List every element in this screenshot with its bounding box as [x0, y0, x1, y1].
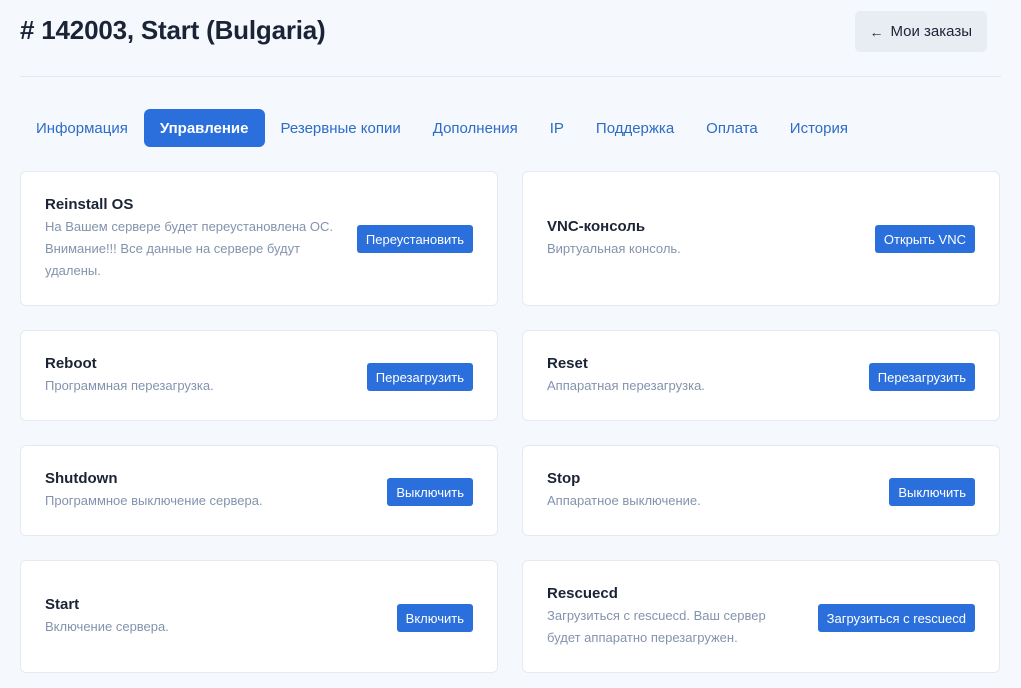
rescuecd-button[interactable]: Загрузиться с rescuecd	[817, 604, 975, 632]
card-title: VNC-консоль	[547, 218, 646, 235]
rescuecd-card: Rescuecd Загрузиться с rescuecd. Ваш сер…	[522, 560, 1000, 673]
tab-history[interactable]: История	[774, 109, 864, 147]
card-description: Виртуальная консоль.	[547, 241, 681, 256]
tab-addons[interactable]: Дополнения	[417, 109, 534, 147]
tab-information[interactable]: Информация	[20, 109, 144, 147]
my-orders-button[interactable]: ← Мои заказы	[854, 11, 987, 52]
card-title: Rescuecd	[547, 585, 618, 602]
card-description: Программная перезагрузка.	[45, 378, 214, 393]
reboot-button[interactable]: Перезагрузить	[366, 363, 473, 391]
reboot-card: Reboot Программная перезагрузка. Перезаг…	[20, 330, 498, 421]
page-header: # 142003, Start (Bulgaria) ← Мои заказы	[20, 0, 1001, 77]
tab-ip[interactable]: IP	[534, 109, 580, 147]
card-description: Включение сервера.	[45, 619, 169, 634]
stop-card: Stop Аппаратное выключение. Выключить	[522, 445, 1000, 536]
start-card: Start Включение сервера. Включить	[20, 560, 498, 673]
reset-button[interactable]: Перезагрузить	[868, 363, 975, 391]
card-description: Программное выключение сервера.	[45, 493, 263, 508]
card-title: Reboot	[45, 355, 97, 372]
page-title: # 142003, Start (Bulgaria)	[20, 15, 326, 45]
tab-payment[interactable]: Оплата	[690, 109, 774, 147]
card-title: Stop	[547, 470, 581, 487]
card-title: Reset	[547, 355, 588, 372]
my-orders-label: Мои заказы	[890, 23, 973, 40]
card-description: Аппаратное выключение.	[547, 493, 701, 508]
card-description: Загрузиться с rescuecd. Ваш сервер будет…	[547, 608, 766, 645]
tab-backups[interactable]: Резервные копии	[265, 109, 417, 147]
shutdown-card: Shutdown Программное выключение сервера.…	[20, 445, 498, 536]
start-button[interactable]: Включить	[396, 604, 473, 632]
tab-bar: Информация Управление Резервные копии До…	[20, 109, 864, 147]
vnc-console-card: VNC-консоль Виртуальная консоль. Открыть…	[522, 171, 1000, 306]
reinstall-os-card: Reinstall OS На Вашем сервере будет пере…	[20, 171, 498, 306]
card-title: Shutdown	[45, 470, 118, 487]
card-description: На Вашем сервере будет переустановлена О…	[45, 219, 333, 278]
stop-button[interactable]: Выключить	[889, 478, 975, 506]
card-title: Start	[45, 596, 80, 613]
open-vnc-button[interactable]: Открыть VNC	[874, 225, 975, 253]
shutdown-button[interactable]: Выключить	[387, 478, 473, 506]
tab-management[interactable]: Управление	[143, 109, 265, 147]
card-title: Reinstall OS	[45, 196, 134, 213]
arrow-left-icon: ←	[869, 23, 884, 40]
tab-support[interactable]: Поддержка	[580, 109, 690, 147]
reset-card: Reset Аппаратная перезагрузка. Перезагру…	[522, 330, 1000, 421]
card-description: Аппаратная перезагрузка.	[547, 378, 705, 393]
reinstall-button[interactable]: Переустановить	[356, 225, 473, 253]
